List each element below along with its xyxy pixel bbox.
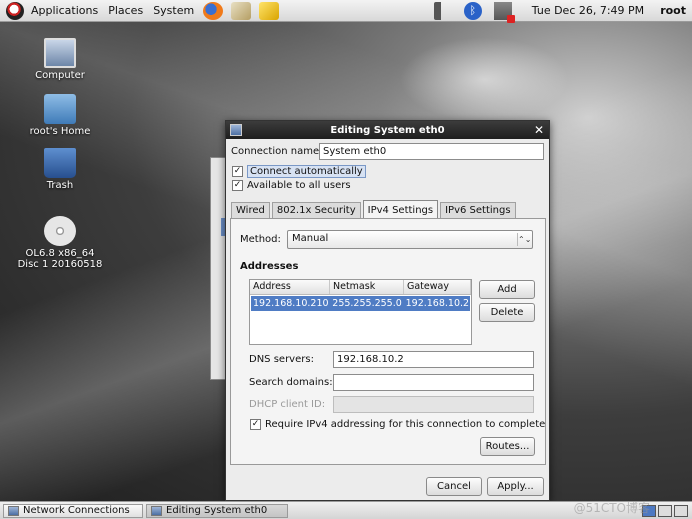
desktop-icon-home[interactable]: root's Home (22, 94, 98, 137)
dhcp-client-id-input (333, 396, 534, 413)
dialog-title: Editing System eth0 (330, 124, 445, 136)
connection-name-label: Connection name: (231, 146, 323, 157)
desktop-icon-label: OL6.8 x86_64 Disc 1 20160518 (17, 248, 103, 270)
user-menu[interactable]: root (658, 4, 692, 17)
cell-gateway: 192.168.10.2 (405, 298, 470, 309)
column-header-netmask[interactable]: Netmask (330, 280, 404, 294)
routes-button[interactable]: Routes... (480, 437, 535, 456)
check-icon: ✓ (232, 180, 243, 191)
close-icon[interactable]: ✕ (533, 124, 545, 136)
dialog-titlebar[interactable]: Editing System eth0 ✕ (226, 121, 549, 139)
require-ipv4-label: Require IPv4 addressing for this connect… (265, 419, 546, 430)
text-editor-launcher-icon[interactable] (259, 1, 280, 20)
require-ipv4-checkbox[interactable]: ✓ Require IPv4 addressing for this conne… (250, 419, 545, 430)
ipv4-settings-panel: Method: Manual ⌃⌄ Addresses Address Netm… (230, 218, 546, 465)
addresses-table[interactable]: Address Netmask Gateway 192.168.10.210 2… (249, 279, 472, 345)
dhcp-client-id-label: DHCP client ID: (249, 399, 326, 410)
search-domains-input[interactable] (333, 374, 534, 391)
tab-wired[interactable]: Wired (231, 202, 270, 218)
desktop-icon-computer[interactable]: Computer (22, 38, 98, 81)
top-panel: Applications Places System ᛒ Tue Dec 26,… (0, 0, 692, 23)
table-row[interactable]: 192.168.10.210 255.255.255.0 192.168.10.… (251, 296, 470, 311)
tab-8021x-security[interactable]: 802.1x Security (271, 202, 361, 218)
column-header-address[interactable]: Address (250, 280, 330, 294)
network-window-icon (151, 505, 162, 516)
trash-icon (44, 148, 76, 178)
search-domains-label: Search domains: (249, 377, 333, 388)
desktop-icon-trash[interactable]: Trash (22, 148, 98, 191)
column-header-gateway[interactable]: Gateway (404, 280, 471, 294)
clock[interactable]: Tue Dec 26, 7:49 PM (518, 4, 658, 17)
check-icon: ✓ (232, 166, 243, 177)
taskbar-item-network-connections[interactable]: Network Connections (3, 503, 143, 518)
addresses-title: Addresses (240, 261, 299, 272)
dns-servers-label: DNS servers: (249, 354, 314, 365)
spinner-arrows-icon: ⌃⌄ (517, 233, 532, 246)
connection-name-input[interactable] (319, 143, 544, 160)
connect-automatically-checkbox[interactable]: ✓ Connect automatically (232, 165, 366, 178)
available-all-users-label: Available to all users (247, 180, 351, 191)
watermark: @51CTO博客 (573, 501, 650, 515)
applications-logo-icon[interactable] (6, 1, 24, 20)
taskbar-item-label: Network Connections (23, 504, 130, 516)
cell-netmask: 255.255.255.0 (332, 298, 402, 309)
network-window-icon (230, 124, 242, 136)
mail-launcher-icon[interactable] (231, 1, 252, 20)
workspace-2[interactable] (658, 504, 672, 517)
available-all-users-checkbox[interactable]: ✓ Available to all users (232, 180, 351, 191)
home-folder-icon (44, 94, 76, 124)
disc-icon (44, 216, 76, 246)
cell-address: 192.168.10.210 (253, 298, 329, 309)
desktop-icon-label: Computer (35, 70, 85, 81)
desktop-icon-label: root's Home (29, 126, 91, 137)
menu-places[interactable]: Places (103, 0, 148, 22)
add-button[interactable]: Add (479, 280, 535, 299)
taskbar-item-label: Editing System eth0 (166, 504, 268, 516)
tab-ipv4-settings[interactable]: IPv4 Settings (362, 200, 439, 219)
method-label: Method: (240, 234, 281, 245)
check-icon: ✓ (250, 419, 261, 430)
method-value: Manual (292, 233, 329, 244)
computer-icon (44, 38, 76, 68)
network-window-icon (8, 505, 19, 516)
connect-automatically-label: Connect automatically (247, 165, 366, 178)
tab-ipv6-settings[interactable]: IPv6 Settings (440, 202, 516, 218)
volume-icon[interactable] (433, 1, 452, 20)
dns-servers-input[interactable] (333, 351, 534, 368)
workspace-3[interactable] (674, 504, 688, 517)
apply-button[interactable]: Apply... (487, 477, 544, 496)
method-select[interactable]: Manual ⌃⌄ (287, 230, 533, 249)
network-status-icon[interactable] (493, 1, 515, 23)
menu-system[interactable]: System (148, 0, 199, 22)
desktop-icon-label: Trash (46, 180, 74, 191)
settings-tabs: Wired 802.1x Security IPv4 Settings IPv6… (231, 199, 518, 219)
cancel-button[interactable]: Cancel (426, 477, 482, 496)
firefox-launcher-icon[interactable] (203, 1, 224, 20)
bluetooth-icon[interactable]: ᛒ (463, 1, 482, 20)
bottom-panel: Network Connections Editing System eth0 … (0, 501, 692, 519)
desktop-icon-disc[interactable]: OL6.8 x86_64 Disc 1 20160518 (14, 216, 106, 270)
delete-button[interactable]: Delete (479, 303, 535, 322)
taskbar-item-editing-system-eth0[interactable]: Editing System eth0 (146, 503, 288, 518)
edit-connection-dialog: Editing System eth0 ✕ Connection name: ✓… (225, 120, 550, 501)
menu-applications[interactable]: Applications (26, 0, 103, 22)
table-header: Address Netmask Gateway (250, 280, 471, 295)
